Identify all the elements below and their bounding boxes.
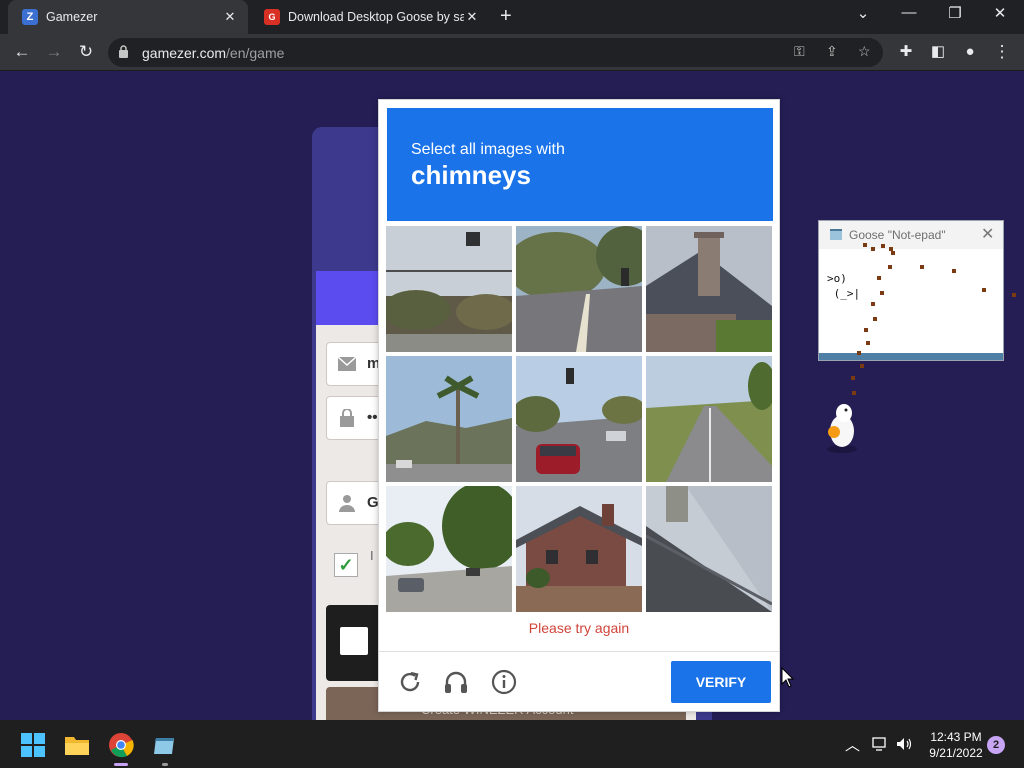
captcha-divider (379, 651, 779, 652)
gamezer-favicon-icon: Z (22, 9, 38, 25)
terms-label: I (370, 548, 374, 563)
captcha-tile-1[interactable] (386, 226, 512, 352)
captcha-tile-4[interactable] (386, 356, 512, 482)
captcha-tile-6[interactable] (646, 356, 772, 482)
terms-checkbox[interactable]: ✓ (334, 553, 358, 577)
mouse-cursor-icon (781, 667, 795, 688)
mail-icon (337, 356, 357, 371)
captcha-tile-2[interactable] (516, 226, 642, 352)
tab-search-icon[interactable]: ⌄ (848, 4, 878, 22)
windows-start-icon[interactable] (20, 732, 46, 758)
captcha-error-message: Please try again (528, 620, 630, 636)
password-field[interactable]: •• (326, 396, 386, 440)
goose-footprint (1012, 293, 1016, 297)
share-icon[interactable]: ⇪ (826, 43, 838, 60)
chrome-icon[interactable] (108, 732, 134, 758)
address-bar[interactable]: gamezer.com/en/game ⚿ ⇪ ☆ (108, 38, 883, 67)
tab-strip: Z Gamezer ✕ G Download Desktop Goose by … (0, 0, 1024, 34)
web-page: m •• G ✓ I Create WINEZER Account Select… (0, 71, 1024, 720)
game-favicon-icon: G (264, 9, 280, 25)
captcha-dialog: Select all images with chimneys Please t… (378, 99, 780, 712)
tab-desktop-goose[interactable]: G Download Desktop Goose by san ✕ (250, 0, 490, 34)
show-hidden-icons-chevron-icon[interactable]: ︿ (845, 734, 860, 755)
network-icon[interactable] (872, 737, 888, 751)
tab-gamezer[interactable]: Z Gamezer ✕ (8, 0, 248, 34)
captcha-tile-7[interactable] (386, 486, 512, 612)
minimize-button[interactable]: — (894, 4, 924, 21)
email-field[interactable]: m (326, 342, 386, 386)
reload-challenge-icon[interactable] (396, 668, 424, 696)
verify-button[interactable]: VERIFY (671, 661, 771, 703)
close-window-button[interactable]: ✕ (985, 4, 1015, 22)
login-card-header (316, 271, 386, 325)
volume-icon[interactable] (896, 736, 914, 752)
recaptcha-checkbox[interactable] (340, 627, 368, 655)
bookmark-star-icon[interactable]: ☆ (858, 43, 871, 60)
captcha-tile-5[interactable] (516, 356, 642, 482)
profile-icon[interactable]: ● (958, 40, 982, 64)
side-panel-icon[interactable]: ◧ (926, 40, 950, 64)
file-explorer-icon[interactable] (64, 732, 90, 758)
taskbar: ︿ 12:43 PM 9/21/2022 2 (0, 720, 1024, 768)
reload-button[interactable]: ↻ (74, 40, 98, 64)
back-button[interactable]: ← (10, 40, 34, 64)
captcha-instruction: Select all images with (411, 141, 565, 158)
notepad-running-indicator (162, 763, 168, 766)
info-icon[interactable] (490, 668, 518, 696)
browser-toolbar: ← → ↻ gamezer.com/en/game ⚿ ⇪ ☆ ✚ ◧ ● ⋮ (0, 34, 1024, 71)
captcha-tile-9[interactable] (646, 486, 772, 612)
tab-label: Gamezer (46, 10, 98, 24)
padlock-icon (340, 409, 354, 427)
audio-challenge-icon[interactable] (442, 668, 470, 696)
tab-label: Download Desktop Goose by san (288, 10, 464, 24)
system-clock[interactable]: 12:43 PM 9/21/2022 (920, 729, 992, 761)
desktop-goose-icon[interactable] (822, 401, 862, 453)
captcha-target: chimneys (411, 160, 531, 190)
gender-field[interactable]: G (326, 481, 386, 525)
chrome-active-indicator (114, 763, 128, 766)
clock-date: 9/21/2022 (929, 746, 983, 760)
notification-badge[interactable]: 2 (987, 736, 1005, 754)
captcha-tile-8[interactable] (516, 486, 642, 612)
key-icon[interactable]: ⚿ (794, 43, 805, 60)
clock-time: 12:43 PM (930, 730, 982, 744)
goose-footprints (851, 243, 986, 395)
menu-kebab-icon[interactable]: ⋮ (990, 40, 1014, 64)
captcha-prompt: Select all images with chimneys (387, 108, 773, 221)
lock-icon (119, 45, 128, 58)
user-icon (339, 495, 355, 512)
restore-button[interactable]: ❐ (940, 4, 970, 22)
recaptcha-widget (326, 605, 386, 681)
url-text: gamezer.com/en/game (142, 45, 285, 61)
forward-button[interactable]: → (42, 40, 66, 64)
notepad-taskbar-icon[interactable] (152, 732, 178, 758)
captcha-tile-3[interactable] (646, 226, 772, 352)
close-tab-icon[interactable]: ✕ (464, 9, 480, 25)
new-tab-button[interactable]: + (500, 6, 512, 26)
extensions-icon[interactable]: ✚ (894, 40, 918, 64)
close-tab-icon[interactable]: ✕ (222, 9, 238, 25)
